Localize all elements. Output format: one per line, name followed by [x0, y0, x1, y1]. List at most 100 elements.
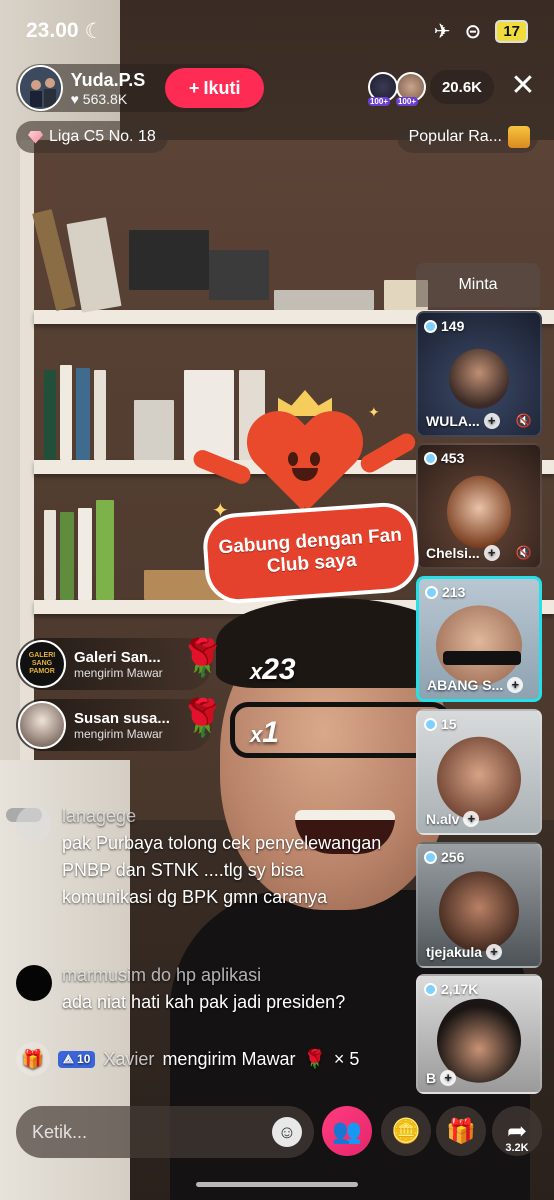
promo-button[interactable]: 🪙 — [381, 1106, 431, 1156]
popular-ranking-pill[interactable]: Popular Ra... — [396, 121, 538, 153]
host-name: Yuda.P.S — [70, 69, 146, 90]
gift-sender-avatar[interactable]: GALERI SANG PAMOR — [18, 640, 66, 688]
link-icon: ⊝ — [464, 20, 482, 43]
book — [134, 400, 174, 460]
fan-club-text: Gabung dengan Fan Club saya — [217, 524, 403, 578]
coin-icon — [424, 982, 437, 996]
guest-avatar — [449, 348, 509, 409]
guest-name-text: Chelsi... — [426, 545, 480, 561]
follow-label: Ikuti — [203, 77, 241, 98]
guest-coins-value: 2,17K — [441, 981, 479, 997]
fan-club-banner[interactable]: Gabung dengan Fan Club saya — [201, 500, 421, 606]
guest-tile[interactable]: 453 Chelsi... + 🔇 — [416, 443, 542, 569]
top-viewer-avatar[interactable]: 100+ — [367, 72, 398, 106]
follow-button[interactable]: + Ikuti — [165, 68, 264, 108]
top-viewers[interactable]: 100+ 100+ 20.6K — [367, 70, 494, 106]
league-label: Liga C5 No. 18 — [49, 128, 156, 145]
comment-text: pak Purbaya tolong cek penyelewangan PNB… — [62, 833, 382, 907]
book — [76, 368, 90, 460]
guest-coins: 453 — [424, 450, 464, 466]
plus-icon: + — [188, 77, 200, 98]
share-button[interactable]: ➦ 3.2K — [492, 1106, 542, 1156]
storage-box — [209, 250, 269, 300]
gift-sender-name: Galeri San... — [74, 648, 161, 666]
guest-tile[interactable]: 15 N.alv + — [416, 709, 542, 835]
book — [44, 510, 56, 600]
guest-name-text: tjejakula — [426, 944, 483, 960]
guest-name-text: B — [426, 1070, 437, 1086]
viewer-count[interactable]: 20.6K — [429, 70, 494, 104]
muted-mic-icon: 🔇 — [515, 413, 532, 428]
add-icon[interactable]: + — [463, 811, 480, 827]
close-icon[interactable]: ✕ — [508, 71, 538, 102]
guest-coins-value: 213 — [442, 584, 466, 600]
system-user: Xavier — [103, 1048, 155, 1069]
emoji-icon[interactable]: ☺ — [272, 1117, 302, 1147]
host-avatar[interactable] — [18, 65, 63, 111]
gift-sender-avatar[interactable] — [18, 701, 66, 749]
gift-combo-count: x23 — [250, 653, 296, 686]
top-viewer-avatar[interactable]: 100+ — [395, 72, 426, 106]
add-icon[interactable]: + — [486, 944, 503, 960]
clock: 23.00 ☾ — [26, 19, 103, 44]
multi-guest-button[interactable]: 👥 — [322, 1106, 372, 1156]
moon-icon: ☾ — [84, 19, 104, 43]
tiktok-coin-icon: 🪙 — [391, 1117, 421, 1145]
galeri-logo: GALERI SANG PAMOR — [28, 652, 56, 675]
host-info: Yuda.P.S ♥ 563.8K — [71, 70, 164, 107]
fan-club-sticker[interactable]: ✦ ✦ Gabung dengan Fan Club saya — [190, 370, 422, 606]
add-icon[interactable]: + — [483, 413, 500, 429]
coin-icon — [424, 319, 437, 333]
gift-box-icon[interactable]: 🎁 — [16, 1042, 50, 1076]
status-icons: ✈ ⊝ 17 — [434, 19, 528, 44]
viewer-rank-badge: 100+ — [367, 97, 390, 106]
trophy-icon — [508, 126, 530, 148]
commenter-avatar[interactable] — [16, 965, 52, 1001]
guest-tile[interactable]: 256 tjejakula + — [416, 842, 542, 968]
coin-icon — [424, 717, 437, 731]
guest-coins-value: 15 — [441, 716, 457, 732]
guest-coins: 2,17K — [424, 981, 478, 997]
gift-button[interactable]: 🎁 — [436, 1106, 486, 1156]
guest-tile[interactable]: 2,17K B + — [416, 974, 542, 1094]
airplane-mode-icon: ✈ — [433, 20, 451, 43]
battery-icon: 17 — [495, 19, 528, 43]
guest-tile-speaking[interactable]: 213 ABANG S... + — [416, 576, 542, 702]
muted-mic-icon: 🔇 — [515, 545, 532, 560]
eye — [288, 452, 298, 466]
people-icon: 👥 — [332, 1117, 362, 1145]
rose-gift-icon: 🌹 — [180, 637, 225, 678]
bottom-bar: ☺ 👥 🪙 🎁 ➦ 3.2K — [0, 1106, 554, 1158]
host-profile-pill[interactable]: Yuda.P.S ♥ 563.8K + Ikuti — [16, 64, 264, 112]
time-text: 23.00 — [26, 19, 79, 42]
guest-coins: 256 — [424, 849, 464, 865]
gift-combo-value: 23 — [262, 653, 296, 686]
gift-system-message: 🎁 ⟁ 10 Xavier mengirim Mawar 🌹 × 5 — [16, 1042, 359, 1076]
chat-comment[interactable]: lanagege pak Purbaya tolong cek penyelew… — [16, 803, 396, 911]
guest-name: ABANG S... + — [427, 677, 524, 693]
home-indicator[interactable] — [196, 1182, 358, 1187]
guest-coins: 149 — [424, 318, 464, 334]
guest-name: N.alv + — [426, 811, 480, 827]
guest-avatar — [439, 871, 519, 952]
comment-input[interactable] — [16, 1106, 314, 1158]
guest-avatar — [436, 605, 522, 686]
sunglasses — [443, 651, 521, 665]
gift-action: mengirim Mawar — [74, 726, 163, 741]
guest-avatar — [437, 736, 521, 821]
chat-comment[interactable]: marmusim do hp aplikasi ada niat hati ka… — [16, 962, 416, 1016]
request-to-join-button[interactable]: Minta — [416, 263, 540, 307]
commenter-avatar[interactable] — [16, 806, 52, 842]
guest-tile[interactable]: 149 WULA... + 🔇 — [416, 311, 542, 437]
league-pill[interactable]: Liga C5 No. 18 — [16, 121, 168, 153]
add-icon[interactable]: + — [440, 1070, 457, 1086]
add-icon[interactable]: + — [483, 545, 500, 561]
add-icon[interactable]: + — [507, 677, 524, 693]
heart-face — [282, 452, 326, 482]
book — [60, 365, 72, 460]
guest-name: tjejakula + — [426, 944, 503, 960]
book — [96, 500, 114, 600]
rose-icon: 🌹 — [303, 1048, 326, 1069]
guest-coins-value: 256 — [441, 849, 465, 865]
gift-text: Susan susa... mengirim Mawar — [74, 710, 178, 741]
